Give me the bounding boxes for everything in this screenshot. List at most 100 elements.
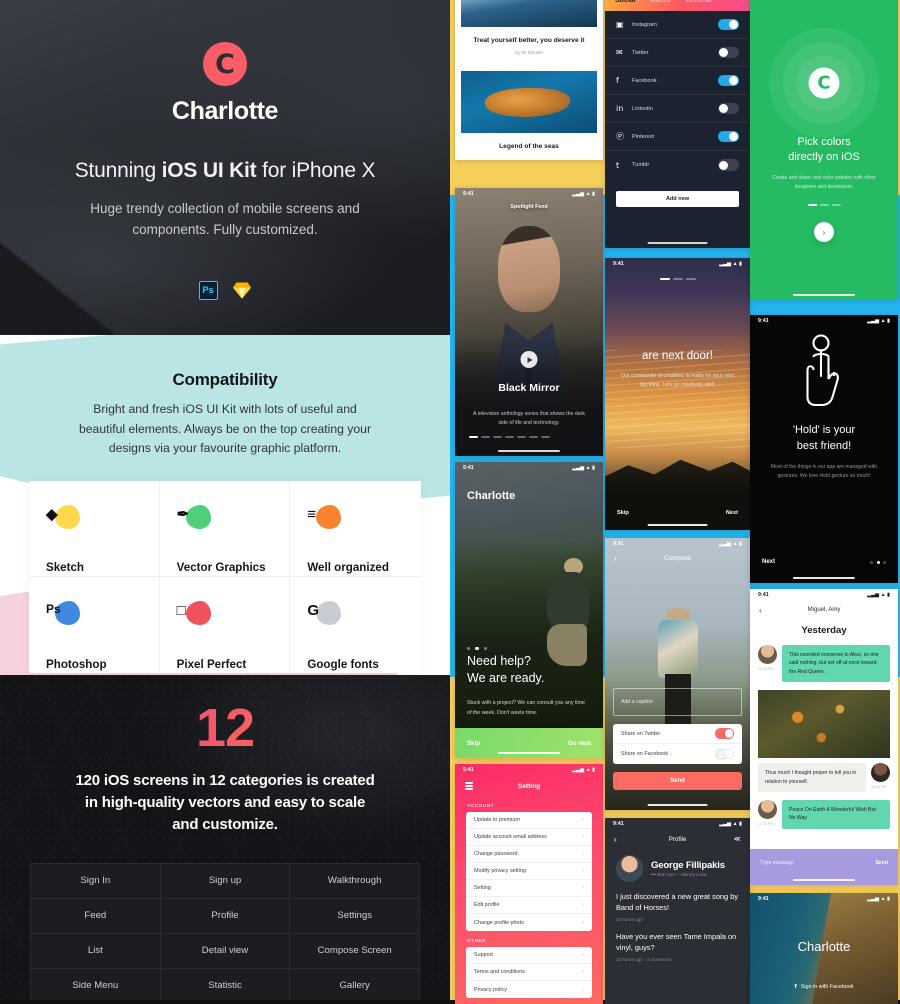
toggle-switch[interactable] [715,748,734,760]
google-icon: G [307,600,342,632]
category-cell[interactable]: Side Menu [31,968,161,1000]
settings-row[interactable]: Terms and conditions › [466,964,592,981]
compat-card-pixel-perfect[interactable]: □ Pixel Perfect [159,576,291,673]
settings-row[interactable]: Setting › [466,880,592,897]
social-row[interactable]: t Tumblr [605,151,750,179]
screen-signin[interactable]: 9:41 ▂▃▅ ▲ ▮ Charlotte f Sign in with Fa… [750,893,898,1004]
toggle-switch[interactable] [718,46,739,59]
post-item[interactable]: Have you ever seen Tame Impala on vinyl,… [605,922,750,962]
pagination-dots[interactable] [467,646,488,650]
toggle-switch[interactable] [718,159,739,171]
tab-alerts[interactable]: Alerts [651,0,671,4]
screen-hold-gesture[interactable]: 9:41 ▂▃▅ ▲ ▮ 'Hold' is your best friend!… [750,315,898,583]
back-icon[interactable]: ‹ [759,606,762,615]
facebook-signin-button[interactable]: f Sign in with Facebook [750,984,898,990]
settings-row[interactable]: Edit profile › [466,897,592,914]
screen-feed-cards[interactable]: Treat yourself better, you deserve it by… [455,0,603,160]
status-bar: 9:41 ▂▃▅ ▲ ▮ [605,538,750,550]
compat-card-google-fonts[interactable]: G Google fonts [290,576,421,673]
pagination-dots[interactable] [870,560,886,564]
settings-row[interactable]: Update account email address › [466,829,592,846]
back-icon[interactable]: ‹ [614,554,617,563]
category-cell[interactable]: List [31,933,161,969]
settings-row[interactable]: Privacy policy › [466,981,592,998]
status-bar: 9:41 ▂▃▅ ▲ ▮ [455,462,603,474]
category-cell[interactable]: Gallery [290,968,420,1000]
toggle-switch[interactable] [718,102,739,115]
screen-pick-colors[interactable]: 9:41 ▂▃▅ ▲ ▮ C Pick colors directly on i… [750,0,898,300]
toggle-switch[interactable] [718,74,739,87]
settings-row[interactable]: Update to premium › [466,812,592,829]
social-row[interactable]: Ⓟ Pinterest [605,123,750,151]
category-cell[interactable]: Feed [31,898,161,934]
feed-card[interactable]: Treat yourself better, you deserve it by… [461,0,597,65]
status-icons: ▂▃▅ ▲ ▮ [719,821,742,827]
status-bar: 9:41 ▂▃▅ ▲ ▮ [605,258,750,270]
pagination-dots[interactable] [750,204,898,206]
tab-social[interactable]: Social [615,0,636,4]
send-button[interactable]: Send [875,860,888,866]
share-row-facebook[interactable]: Share on Facebook [613,744,742,764]
share-row-twitter[interactable]: Share on Twitter [613,724,742,744]
feed-card[interactable]: Legend of the seas [461,70,597,160]
message-input[interactable]: Type message [760,860,794,866]
status-time: 9:41 [463,191,474,197]
caption-input[interactable]: Add a caption [613,688,742,716]
facebook-icon: f [794,984,797,990]
back-icon[interactable]: ‹ [614,835,617,844]
brand-label: Charlotte [467,490,516,502]
screen-profile[interactable]: 9:41 ▂▃▅ ▲ ▮ ‹ Profile ≪ George Fillipak… [605,818,750,1004]
cloud-streaks [605,350,750,449]
skip-button[interactable]: Skip [617,510,629,516]
category-cell[interactable]: Walkthrough [290,863,420,899]
skip-button[interactable]: Skip [467,740,480,747]
social-row[interactable]: ▣ Instagram [605,11,750,39]
compat-card-well-organized[interactable]: ≡ Well organized [290,480,421,577]
compat-card-vector-graphics[interactable]: ✒ Vector Graphics [159,480,291,577]
social-row[interactable]: ✉ Twitter [605,39,750,67]
toggle-switch[interactable] [718,130,739,143]
pagination-dots[interactable] [605,278,750,280]
next-fab-button[interactable]: › [814,222,834,242]
screen-black-mirror[interactable]: 9:41 ▂▃▅ ▲ ▮ Spotlight Feed Black Mirror… [455,188,603,456]
category-cell[interactable]: Profile [160,898,291,934]
screen-compose[interactable]: 9:41 ▂▃▅ ▲ ▮ ‹ Compose Add a caption Sha… [605,538,750,810]
go-next-button[interactable]: Go next [568,740,591,747]
home-indicator [792,878,856,881]
screen-onboarding-sunset[interactable]: 9:41 ▂▃▅ ▲ ▮ are next door! Our communit… [605,258,750,530]
next-button[interactable]: Next [726,510,738,516]
category-cell[interactable]: Settings [290,898,420,934]
category-cell[interactable]: Detail view [160,933,291,969]
screen-need-help[interactable]: 9:41 ▂▃▅ ▲ ▮ Charlotte Need help? We are… [455,462,603,758]
pagination-dots[interactable] [469,436,550,438]
compat-card-photoshop[interactable]: Ps Photoshop [29,576,160,673]
chat-message: Thus much I thought proper to tell you i… [750,763,898,800]
compat-card-sketch[interactable]: ◆ Sketch [29,480,160,577]
add-new-button[interactable]: Add new [616,191,739,207]
hamburger-menu-icon[interactable] [465,782,473,790]
share-icon[interactable]: ≪ [734,835,741,843]
settings-row[interactable]: Modify privacy setting › [466,863,592,880]
screen-social-settings[interactable]: Social Alerts General ▣ Instagram ✉ Twit… [605,0,750,248]
settings-row[interactable]: Change profile photo › [466,914,592,931]
headline-line-1: 'Hold' is your [792,424,856,436]
tab-general[interactable]: General [685,0,711,4]
category-cell[interactable]: Sign up [160,863,291,899]
post-item[interactable]: I just discovered a new great song by Ba… [605,882,750,922]
message-photo[interactable] [758,690,890,759]
send-button[interactable]: Send [613,772,742,790]
social-row[interactable]: in Linkedin [605,95,750,123]
settings-row[interactable]: Support › [466,947,592,964]
category-cell[interactable]: Compose Screen [290,933,420,969]
next-button[interactable]: Next [762,559,775,565]
settings-row[interactable]: Change password › [466,846,592,863]
screen-chat[interactable]: 9:41 ▂▃▅ ▲ ▮ ‹ Miguel, Amy Yesterday 12:… [750,589,898,885]
toggle-switch[interactable] [715,728,734,739]
category-cell[interactable]: Sign In [31,863,161,899]
screen-setting[interactable]: 9:41 ▂▃▅ ▲ ▮ Setting ACCOUNT Update to p… [455,764,603,1004]
play-button-icon[interactable] [520,351,538,368]
toggle-switch[interactable] [718,18,739,31]
social-row[interactable]: f Facebook [605,67,750,95]
nav-bar: ‹ Miguel, Amy [750,601,898,619]
category-cell[interactable]: Statistic [160,968,291,1000]
